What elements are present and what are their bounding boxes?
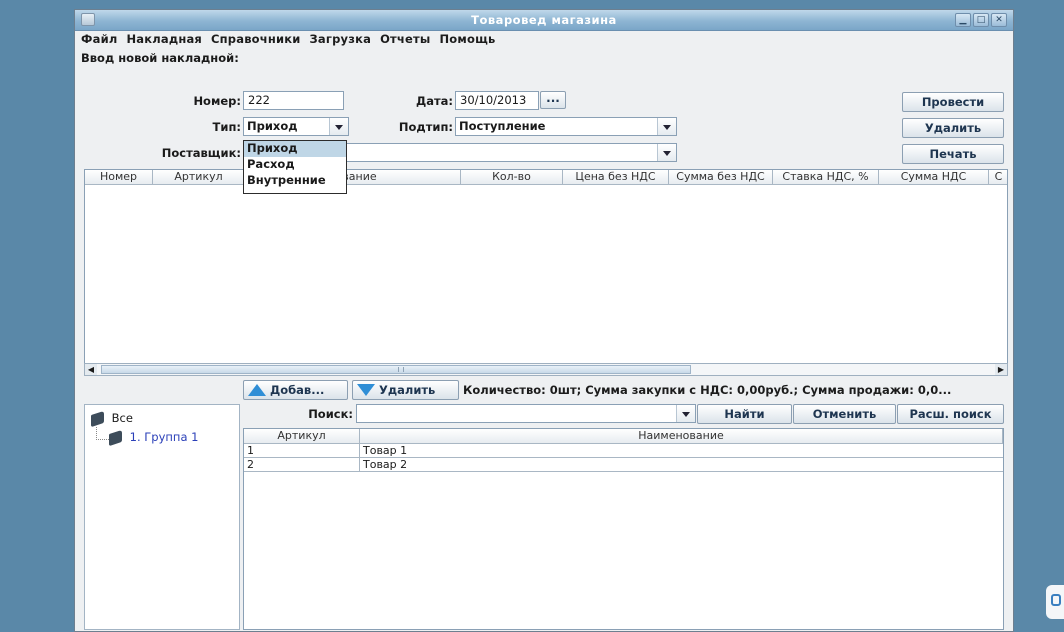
search-input[interactable]	[356, 404, 696, 423]
column-header[interactable]: С	[989, 170, 1007, 185]
type-select-value: Приход	[247, 119, 298, 133]
add-item-label: Добав...	[270, 383, 325, 397]
tree-group-item[interactable]: 1. Группа 1	[109, 429, 199, 446]
advanced-search-button[interactable]: Расш. поиск	[897, 404, 1004, 424]
menu-references[interactable]: Справочники	[211, 31, 301, 48]
tree-root[interactable]: Все	[91, 410, 133, 427]
group-tree[interactable]: Все 1. Группа 1	[84, 404, 240, 630]
chevron-down-icon[interactable]	[657, 144, 676, 161]
subtype-select-value: Поступление	[459, 119, 546, 133]
type-label: Тип:	[212, 120, 241, 134]
tree-connector	[96, 427, 109, 440]
invoice-table[interactable]: Номер Артикул нование Кол-во Цена без НД…	[84, 169, 1008, 367]
summary-text: Количество: 0шт; Сумма закупки с НДС: 0,…	[463, 383, 952, 397]
products-table[interactable]: Артикул Наименование 1 Товар 1 2 Товар 2	[243, 428, 1004, 630]
remove-item-button[interactable]: Удалить	[352, 380, 459, 400]
cancel-search-button[interactable]: Отменить	[793, 404, 896, 424]
column-header[interactable]: Ставка НДС, %	[773, 170, 879, 185]
name-cell: Товар 1	[363, 444, 408, 457]
column-header[interactable]: Цена без НДС	[563, 170, 669, 185]
scroll-right-icon[interactable]: ▶	[995, 364, 1007, 375]
arrow-down-icon	[357, 384, 375, 396]
search-label: Поиск:	[308, 407, 353, 421]
close-icon[interactable]: ✕	[991, 13, 1007, 27]
menu-reports[interactable]: Отчеты	[380, 31, 430, 48]
tree-group-label: 1. Группа 1	[129, 430, 199, 444]
type-option-internal[interactable]: Внутренние	[244, 173, 346, 189]
post-button[interactable]: Провести	[902, 92, 1004, 112]
scroll-left-icon[interactable]: ◀	[85, 364, 97, 375]
article-cell: 1	[244, 444, 360, 458]
menu-invoice[interactable]: Накладная	[126, 31, 202, 48]
arrow-up-icon	[248, 384, 266, 396]
date-input[interactable]: 30/10/2013	[455, 91, 539, 110]
horizontal-scrollbar[interactable]: ◀ ▶	[84, 363, 1008, 376]
app-window: Товаровед магазина ▁ □ ✕ Файл Накладная …	[74, 9, 1014, 632]
find-button[interactable]: Найти	[697, 404, 792, 424]
folder-icon	[109, 429, 122, 446]
type-option-income[interactable]: Приход	[244, 141, 346, 157]
print-button[interactable]: Печать	[902, 144, 1004, 164]
table-row[interactable]: 2 Товар 2	[244, 458, 1003, 472]
date-picker-button[interactable]: ...	[540, 91, 566, 109]
title-bar[interactable]: Товаровед магазина ▁ □ ✕	[75, 10, 1013, 31]
number-input[interactable]: 222	[243, 91, 344, 110]
subtype-label: Подтип:	[398, 120, 453, 134]
type-dropdown-list[interactable]: Приход Расход Внутренние	[243, 140, 347, 194]
delete-invoice-button[interactable]: Удалить	[902, 118, 1004, 138]
column-header[interactable]: Артикул	[153, 170, 245, 185]
column-header[interactable]: Номер	[85, 170, 153, 185]
number-label: Номер:	[193, 94, 241, 108]
supplier-label: Поставщик:	[161, 146, 241, 160]
table-row[interactable]: 1 Товар 1	[244, 444, 1003, 458]
remove-item-label: Удалить	[379, 383, 436, 397]
column-header[interactable]: Сумма НДС	[879, 170, 989, 185]
column-header[interactable]: Наименование	[360, 429, 1003, 444]
date-label: Дата:	[415, 94, 453, 108]
type-select[interactable]: Приход	[243, 117, 349, 136]
column-header[interactable]: Сумма без НДС	[669, 170, 773, 185]
maximize-icon[interactable]: □	[973, 13, 989, 27]
tree-root-label: Все	[111, 411, 133, 425]
menu-load[interactable]: Загрузка	[310, 31, 372, 48]
chevron-down-icon[interactable]	[676, 405, 695, 422]
name-cell: Товар 2	[363, 458, 408, 471]
type-option-expense[interactable]: Расход	[244, 157, 346, 173]
column-header[interactable]: Кол-во	[461, 170, 563, 185]
subtype-select[interactable]: Поступление	[455, 117, 677, 136]
column-header[interactable]: Артикул	[244, 429, 360, 444]
chevron-down-icon[interactable]	[657, 118, 676, 135]
scrollbar-thumb[interactable]	[101, 365, 691, 374]
window-title: Товаровед магазина	[471, 13, 617, 27]
add-item-button[interactable]: Добав...	[243, 380, 348, 400]
folder-icon	[91, 410, 104, 427]
grip-icon	[398, 367, 404, 372]
menu-bar: Файл Накладная Справочники Загрузка Отче…	[75, 31, 1013, 48]
menu-help[interactable]: Помощь	[439, 31, 495, 48]
desktop-side-tab[interactable]	[1046, 585, 1064, 619]
minimize-icon[interactable]: ▁	[955, 13, 971, 27]
form-heading: Ввод новой накладной:	[81, 51, 239, 65]
menu-file[interactable]: Файл	[81, 31, 117, 48]
article-cell: 2	[244, 458, 360, 472]
chevron-down-icon[interactable]	[329, 118, 348, 135]
